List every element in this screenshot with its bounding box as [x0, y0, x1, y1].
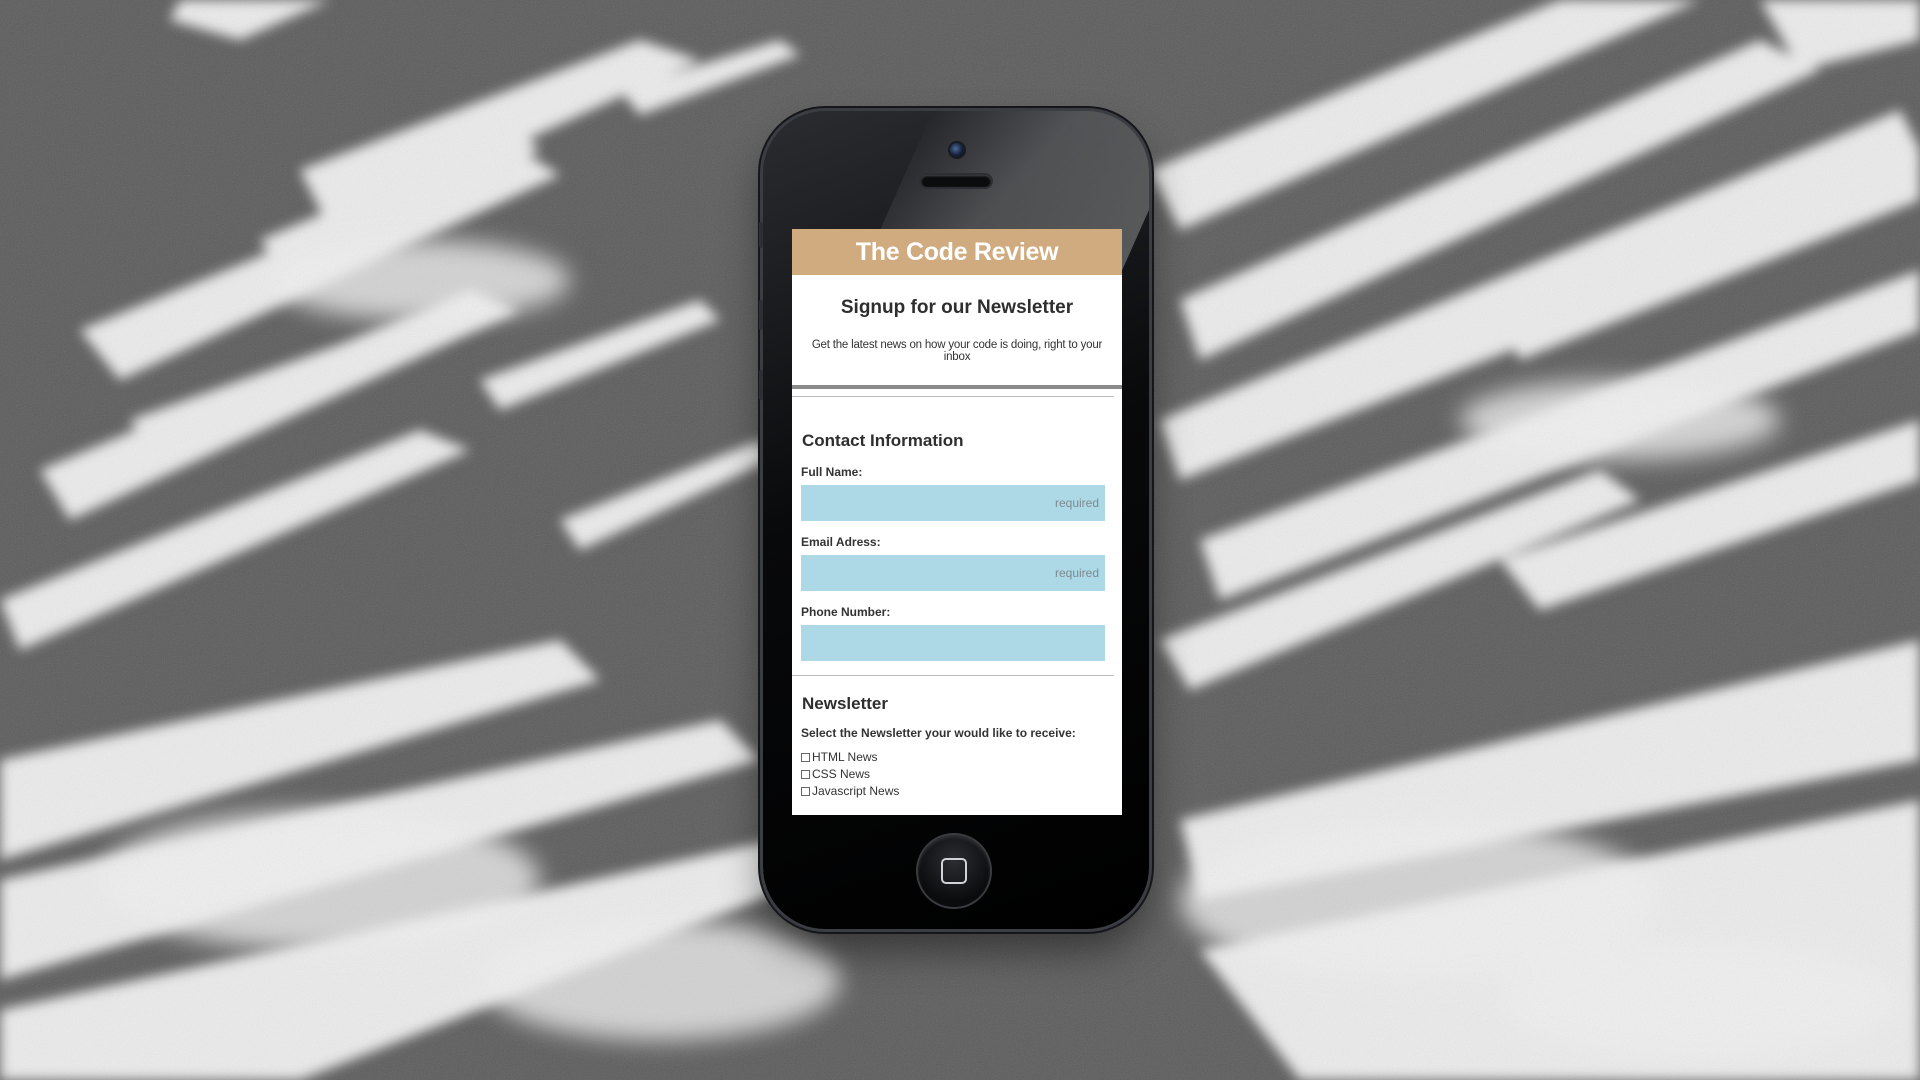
phone-screen: The Code Review Signup for our Newslette… [792, 229, 1122, 815]
contact-heading: Contact Information [802, 431, 964, 450]
intro-heading: Signup for our Newsletter [840, 297, 1074, 318]
newsletter-option-css[interactable]: CSS News [801, 767, 1122, 781]
newsletter-option-javascript[interactable]: Javascript News [801, 784, 1122, 798]
intro-section: Signup for our Newsletter Get the latest… [792, 275, 1122, 373]
newsletter-option-html[interactable]: HTML News [801, 750, 1122, 764]
front-camera-icon [950, 143, 964, 157]
full-name-label: Full Name: [801, 465, 863, 479]
header-divider [792, 385, 1122, 389]
newsletter-heading: Newsletter [802, 694, 888, 713]
contact-form: Contact Information Full Name: Email Adr… [792, 431, 1122, 661]
volume-up-button [759, 300, 763, 330]
email-label: Email Adress: [801, 535, 881, 549]
home-button-square-icon [941, 858, 967, 884]
intro-subtext: Get the latest news on how your code is … [811, 339, 1103, 363]
volume-down-button [759, 370, 763, 400]
site-header: The Code Review [792, 229, 1122, 275]
newsletter-divider [792, 675, 1114, 676]
newsletter-prompt: Select the Newsletter your would like to… [801, 726, 1076, 740]
phone-input[interactable] [801, 625, 1105, 661]
site-title: The Code Review [855, 237, 1059, 266]
html-news-checkbox[interactable] [801, 752, 810, 762]
mute-switch [759, 222, 763, 248]
home-button[interactable] [918, 835, 990, 907]
css-news-checkbox[interactable] [801, 769, 810, 779]
earpiece-speaker-icon [921, 175, 991, 187]
email-input[interactable] [801, 555, 1105, 591]
full-name-input[interactable] [801, 485, 1105, 521]
smartphone-mockup: The Code Review Signup for our Newslette… [763, 111, 1149, 929]
phone-label: Phone Number: [801, 605, 891, 619]
javascript-news-checkbox[interactable] [801, 786, 810, 796]
section-divider [792, 396, 1114, 397]
html-news-label: HTML News [812, 750, 878, 764]
javascript-news-label: Javascript News [812, 784, 900, 798]
css-news-label: CSS News [812, 767, 871, 781]
